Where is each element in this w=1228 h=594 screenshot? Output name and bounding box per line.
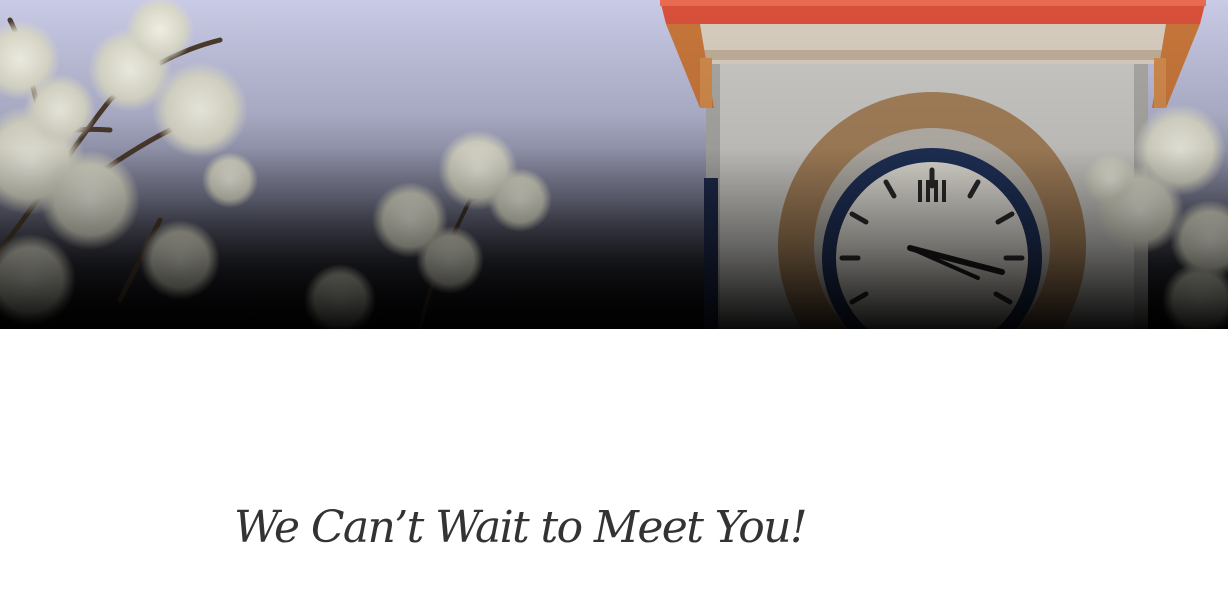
page-heading: We Can’t Wait to Meet You! xyxy=(234,502,808,553)
hero-image-clock-tower xyxy=(0,0,1228,329)
hero-banner xyxy=(0,0,1228,329)
page: We Can’t Wait to Meet You! xyxy=(0,0,1228,594)
